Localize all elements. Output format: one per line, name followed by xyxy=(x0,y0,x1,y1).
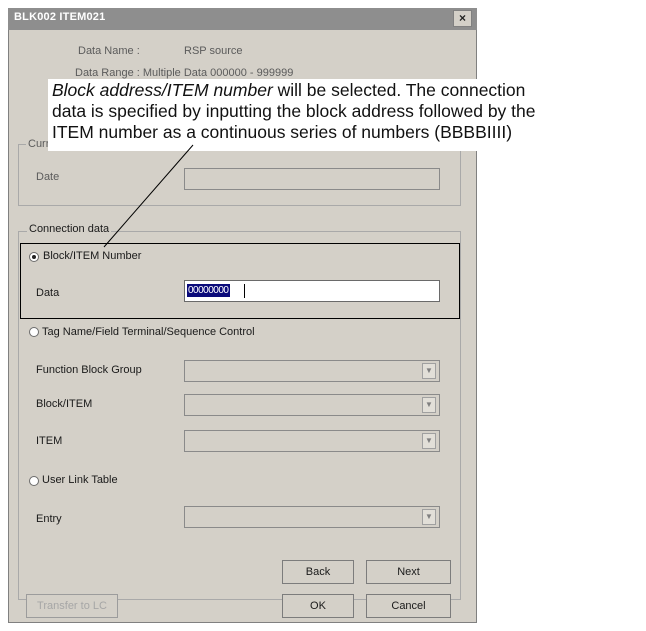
highlight-frame xyxy=(20,243,460,319)
annotation-leader-line xyxy=(103,144,194,248)
